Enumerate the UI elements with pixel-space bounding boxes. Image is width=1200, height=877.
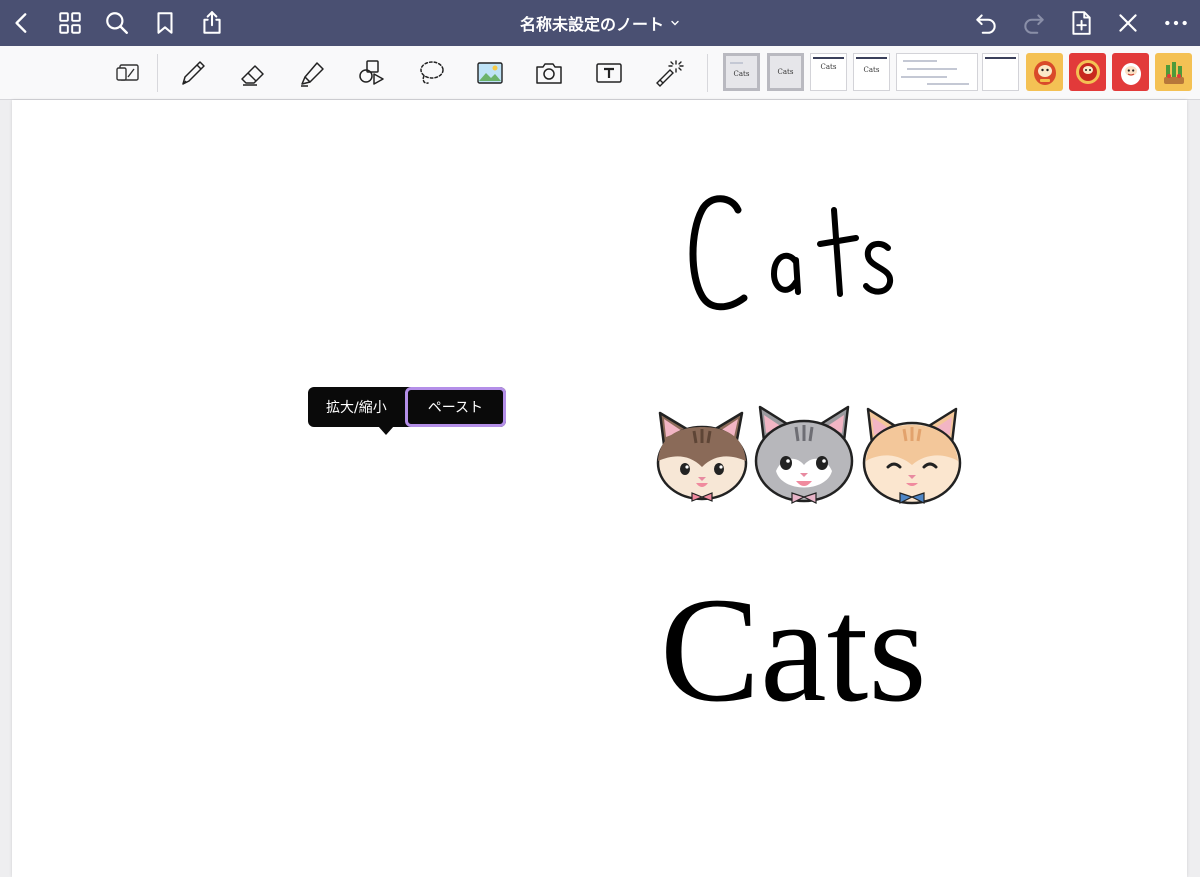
close-icon: [1119, 14, 1137, 32]
top-nav-bar: 名称未設定のノート: [0, 0, 1200, 46]
paste-button[interactable]: ペースト: [404, 387, 507, 427]
undo-button[interactable]: [970, 7, 1002, 39]
page-thumbnail[interactable]: Cats: [853, 53, 890, 91]
laser-pointer-tool[interactable]: [650, 55, 686, 91]
bookmark-icon: [157, 12, 173, 34]
handwritten-stroke-c: [689, 195, 748, 311]
document-title: 名称未設定のノート: [519, 15, 664, 34]
lasso-tool[interactable]: [413, 55, 449, 91]
eraser-tool[interactable]: [235, 55, 271, 91]
redo-button[interactable]: [1018, 7, 1050, 39]
brown-tabby-cat: [656, 411, 748, 502]
chevron-down-icon: [671, 20, 679, 26]
add-page-icon: [1072, 11, 1091, 35]
page-thumbnail[interactable]: Cats: [810, 53, 847, 91]
image-icon: [477, 62, 503, 84]
thumbnail-line: [927, 83, 969, 85]
laser-pointer-icon: [656, 60, 684, 87]
daruma-face-sticker[interactable]: [1112, 53, 1149, 91]
toolbar-divider: [157, 54, 158, 92]
handwritten-cats-title: [689, 195, 893, 311]
thumbnail-label: Cats: [863, 66, 880, 74]
tool-bar: Cats Cats Cats Cats: [0, 46, 1200, 100]
share-button[interactable]: [196, 7, 228, 39]
grid-icon: [59, 12, 81, 34]
close-button[interactable]: [1112, 7, 1144, 39]
highlighter-tool[interactable]: [294, 55, 330, 91]
page-thumbnail[interactable]: Cats: [723, 53, 760, 91]
cat-stickers: [656, 405, 962, 505]
more-icon: [1165, 20, 1187, 26]
page-thumbnail[interactable]: Cats: [767, 53, 804, 91]
context-menu-arrow: [378, 426, 394, 435]
redo-icon: [1024, 14, 1044, 34]
note-page[interactable]: [12, 100, 1187, 877]
add-page-button[interactable]: [1065, 7, 1097, 39]
camera-tool[interactable]: [531, 55, 567, 91]
gray-tabby-cat: [754, 405, 854, 504]
handwritten-stroke-s: [863, 240, 893, 295]
text-box-tool[interactable]: [591, 55, 627, 91]
back-button[interactable]: [6, 7, 38, 39]
share-icon: [203, 11, 221, 34]
handwritten-stroke-t: [817, 207, 859, 297]
more-button[interactable]: [1160, 7, 1192, 39]
read-only-mode-icon: [116, 64, 139, 81]
undo-icon: [976, 14, 996, 34]
read-only-mode-button[interactable]: [110, 55, 146, 91]
daruma-gold-icon: [1033, 61, 1056, 85]
thumbnail-line: [813, 57, 844, 59]
zoom-button[interactable]: 拡大/縮小: [308, 387, 405, 427]
shapes-tool[interactable]: [353, 55, 389, 91]
camera-icon: [536, 63, 562, 84]
daruma-face-icon: [1120, 63, 1141, 85]
page-thumbnail[interactable]: [982, 53, 1019, 91]
document-title-menu[interactable]: 名称未設定のノート: [520, 11, 680, 35]
lasso-icon: [420, 61, 444, 84]
thumbnail-line: [856, 57, 887, 59]
toolbar-divider: [707, 54, 708, 92]
grid-view-button[interactable]: [54, 7, 86, 39]
highlighter-icon: [301, 62, 324, 87]
eraser-icon: [241, 65, 264, 86]
daruma-gold-sticker[interactable]: [1026, 53, 1063, 91]
kadomatsu-icon: [1163, 62, 1184, 84]
thumbnail-line: [907, 68, 957, 70]
thumbnail-line: [985, 57, 1016, 59]
context-menu: 拡大/縮小 ペースト: [308, 387, 507, 427]
kadomatsu-sticker[interactable]: [1155, 53, 1192, 91]
handwritten-stroke-a: [771, 252, 801, 295]
search-button[interactable]: [101, 7, 133, 39]
thumbnail-line: [903, 60, 937, 62]
orange-cat: [862, 407, 962, 505]
daruma-red-icon: [1075, 60, 1100, 84]
search-icon: [106, 12, 128, 34]
thumbnail-label: Cats: [777, 68, 794, 76]
shapes-icon: [359, 60, 384, 85]
image-tool[interactable]: [472, 55, 508, 91]
serif-cats-title: Cats: [660, 567, 927, 733]
thumbnail-line: [730, 62, 743, 64]
thumbnail-label: Cats: [820, 63, 837, 71]
text-box-icon: [596, 63, 622, 83]
thumbnail-line: [901, 76, 947, 78]
chevron-left-icon: [15, 13, 27, 33]
page-thumbnail[interactable]: [896, 53, 978, 91]
pen-icon: [182, 61, 205, 85]
pen-tool[interactable]: [175, 55, 211, 91]
daruma-red-sticker[interactable]: [1069, 53, 1106, 91]
thumbnail-label: Cats: [733, 70, 750, 78]
bookmark-button[interactable]: [149, 7, 181, 39]
